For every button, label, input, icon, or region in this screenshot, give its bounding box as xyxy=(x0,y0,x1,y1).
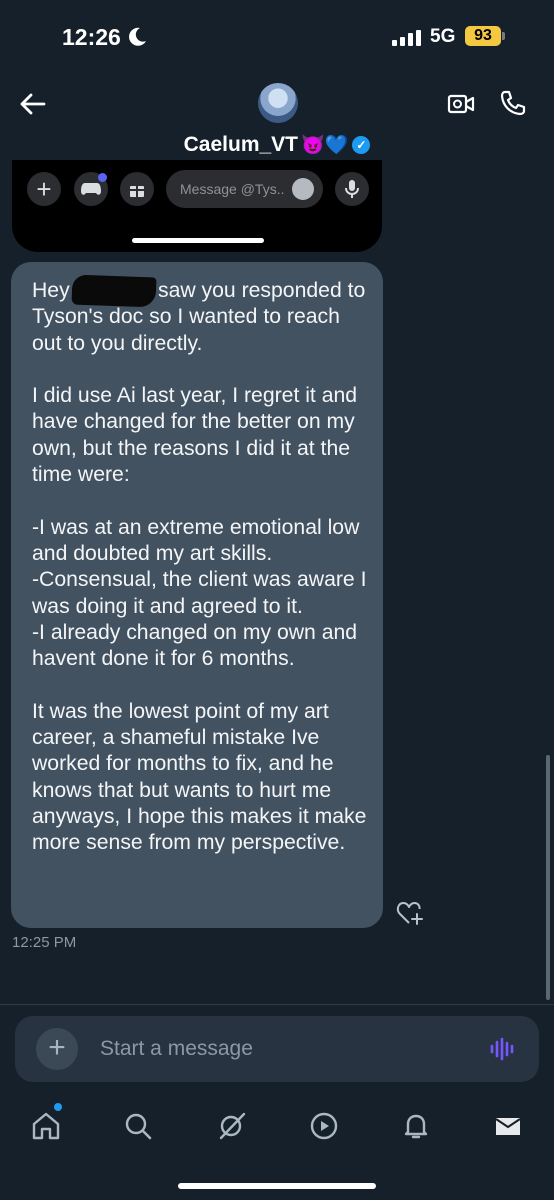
conversation-title[interactable]: Caelum_VT 😈💙 ✓ xyxy=(0,133,554,157)
gift-icon xyxy=(120,172,154,206)
messages-icon xyxy=(495,1118,521,1135)
heart-plus-icon[interactable] xyxy=(396,900,424,926)
message-input[interactable]: Start a message xyxy=(100,1037,253,1061)
video-call-icon[interactable] xyxy=(447,93,475,115)
network-label: 5G xyxy=(430,26,456,47)
notification-dot xyxy=(98,173,107,182)
add-icon[interactable]: + xyxy=(36,1028,78,1070)
signal-icon xyxy=(392,30,421,46)
grok-icon xyxy=(219,1112,246,1140)
nav-grok[interactable] xyxy=(212,1106,252,1146)
add-icon: + xyxy=(27,172,61,206)
battery-indicator: 93 xyxy=(465,26,501,46)
nav-search[interactable] xyxy=(118,1106,158,1146)
verified-icon: ✓ xyxy=(352,136,371,154)
redaction-scribble xyxy=(71,274,157,308)
embedded-home-indicator xyxy=(132,238,264,243)
divider xyxy=(0,1004,554,1005)
battery-tip xyxy=(502,32,505,40)
home-icon xyxy=(32,1112,60,1140)
emoji-icon xyxy=(292,178,314,200)
nav-video[interactable] xyxy=(304,1106,344,1146)
moon-icon xyxy=(129,27,146,46)
home-badge-dot xyxy=(54,1103,62,1111)
notifications-icon xyxy=(404,1114,428,1139)
microphone-icon xyxy=(335,172,369,206)
message-timestamp: 12:25 PM xyxy=(12,934,77,951)
nav-home[interactable] xyxy=(26,1106,66,1146)
video-icon xyxy=(310,1112,338,1140)
search-icon xyxy=(125,1113,152,1140)
nav-messages[interactable] xyxy=(488,1106,528,1146)
voice-wave-icon[interactable] xyxy=(489,1036,515,1062)
message-composer[interactable] xyxy=(15,1016,539,1082)
home-indicator xyxy=(178,1183,376,1189)
nav-notifications[interactable] xyxy=(396,1106,436,1146)
title-emoji: 😈💙 xyxy=(301,135,349,156)
avatar[interactable] xyxy=(258,83,298,123)
back-arrow-icon[interactable] xyxy=(18,90,46,118)
contact-name: Caelum_VT xyxy=(183,133,299,156)
embedded-screenshot: + Message @Tys.. xyxy=(12,160,382,252)
scrollbar[interactable] xyxy=(546,755,550,1000)
phone-icon[interactable] xyxy=(499,89,527,117)
status-time: 12:26 xyxy=(62,24,121,50)
message-text: Hey ! saw you responded to Tyson's doc s… xyxy=(32,279,367,855)
